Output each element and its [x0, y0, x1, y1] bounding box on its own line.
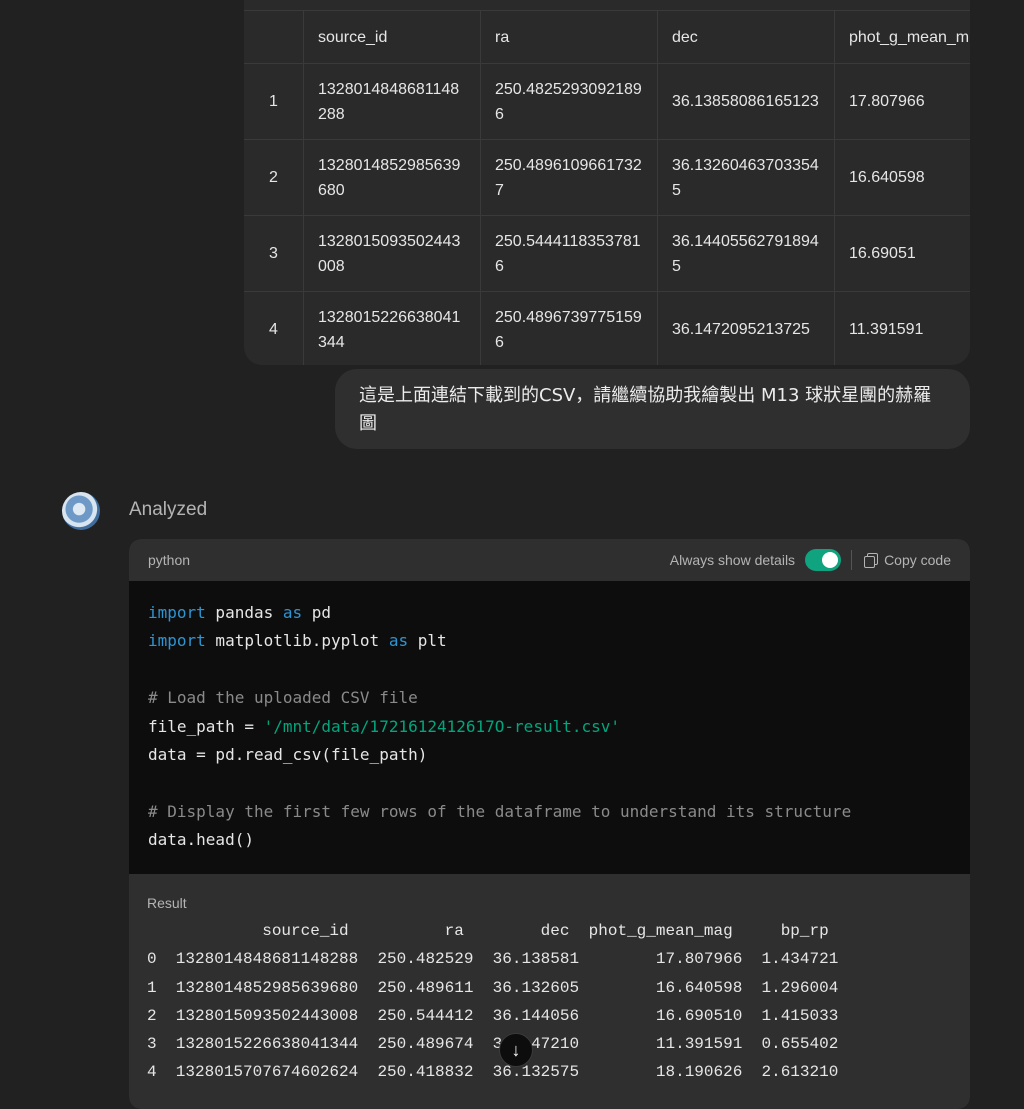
copy-code-label: Copy code [884, 552, 951, 568]
table-cell: 250.48252930921896 [481, 64, 658, 139]
code-comment: # Display the first few rows of the data… [148, 801, 852, 821]
table-header-source-id[interactable]: source_id [304, 11, 481, 63]
table-cell: 250.54441183537816 [481, 216, 658, 291]
code-text: pd [302, 603, 332, 622]
result-output[interactable]: source_id ra dec phot_g_mean_mag bp_rp 0… [129, 917, 857, 1087]
table-cell: 36.14405562791894​5 [658, 216, 835, 291]
result-row: 3 1328015226638041344 250.489674 36.1472… [147, 1035, 839, 1054]
code-keyword: as [388, 631, 409, 651]
table-cell: 11.391591 [835, 292, 970, 365]
result-row: 2 1328015093502443008 250.544412 36.1440… [147, 1006, 839, 1025]
table-cell: 3 [244, 216, 304, 291]
table-row: 4 1328015226638041344 250.48967397751596… [244, 292, 970, 365]
table-header-dec[interactable]: dec [658, 11, 835, 63]
code-text: plt [408, 631, 447, 651]
code-keyword: import [148, 603, 206, 622]
table-header-row: source_id ra dec phot_g_mean_m [244, 10, 970, 64]
table-row: 3 1328015093502443008 250.54441183537816… [244, 216, 970, 292]
table-cell: 1328015226638041344 [304, 292, 481, 365]
table-cell: 2 [244, 140, 304, 215]
result-row: 1 1328014852985639680 250.489611 36.1326… [147, 978, 839, 997]
copy-icon [864, 553, 879, 568]
table-cell: 4 [244, 292, 304, 365]
table-cell: 1328015093502443008 [304, 216, 481, 291]
table-cell: 36.1472095213725 [658, 292, 835, 365]
table-cell: 36.13858086165123 [658, 64, 835, 139]
code-text: data = pd.read_csv(file_path) [148, 745, 428, 765]
copy-code-button[interactable]: Copy code [864, 552, 951, 568]
dataframe-table: source_id ra dec phot_g_mean_m 1 1328014… [244, 0, 970, 365]
user-message-bubble: 這是上面連結下載到的CSV，請繼續協助我繪製出 M13 球狀星團的赫羅圖 [335, 369, 970, 449]
table-cell: 250.48967397751596 [481, 292, 658, 365]
table-cell: 250.48961096617327 [481, 140, 658, 215]
code-panel: python Always show details Copy code imp… [129, 539, 970, 1109]
table-header-ra[interactable]: ra [481, 11, 658, 63]
scroll-to-bottom-button[interactable]: ↓ [499, 1033, 533, 1067]
code-keyword: as [282, 603, 303, 622]
table-cell: 1328014852985639680 [304, 140, 481, 215]
code-header: python Always show details Copy code [129, 539, 970, 581]
result-row: 0 1328014848681148288 250.482529 36.1385… [147, 950, 839, 969]
table-cell: 1 [244, 64, 304, 139]
table-header-phot-g-mean-mag[interactable]: phot_g_mean_m [835, 11, 970, 63]
code-line: file_path = '/mnt/data/1721612412617O-re… [148, 717, 620, 736]
result-panel: Result source_id ra dec phot_g_mean_mag … [129, 874, 970, 1109]
table-cell: 16.640598 [835, 140, 970, 215]
code-string: '/mnt/data/1721612412617O-result.csv' [263, 716, 621, 736]
code-text: matplotlib.pyplot [205, 631, 389, 651]
toggle-knob [822, 552, 839, 568]
code-comment: # Load the uploaded CSV file [148, 688, 418, 708]
code-keyword: import [148, 631, 206, 651]
code-text: pandas [205, 603, 283, 622]
table-header-index [244, 11, 304, 63]
code-text: file_path = [148, 716, 264, 736]
header-divider [851, 550, 853, 570]
table-cell: 17.807966 [835, 64, 970, 139]
table-row: 1 1328014848681148288 250.48252930921896… [244, 64, 970, 140]
code-language-label: python [148, 552, 191, 568]
dataframe-table-card: source_id ra dec phot_g_mean_m 1 1328014… [244, 0, 970, 365]
table-cell: 16.69051 [835, 216, 970, 291]
analyzed-status[interactable]: Analyzed [129, 499, 207, 521]
result-row: 4 1328015707674602624 250.418832 36.1325… [147, 1063, 839, 1082]
code-text: data.head() [148, 830, 254, 850]
code-line: import pandas as pd [148, 603, 331, 622]
code-line: import matplotlib.pyplot as plt [148, 631, 447, 650]
table-cell: 36.13260463703354​5 [658, 140, 835, 215]
always-show-details-label: Always show details [669, 552, 796, 568]
code-body[interactable]: import pandas as pd import matplotlib.py… [129, 581, 970, 876]
chatgpt-avatar-icon [62, 492, 100, 530]
always-show-details-toggle[interactable] [805, 549, 842, 571]
table-row: 2 1328014852985639680 250.48961096617327… [244, 140, 970, 216]
result-header: source_id ra dec phot_g_mean_mag bp_rp [147, 922, 829, 940]
result-label: Result [147, 895, 187, 911]
arrow-down-icon: ↓ [511, 1039, 521, 1060]
table-cell: 1328014848681148288 [304, 64, 481, 139]
